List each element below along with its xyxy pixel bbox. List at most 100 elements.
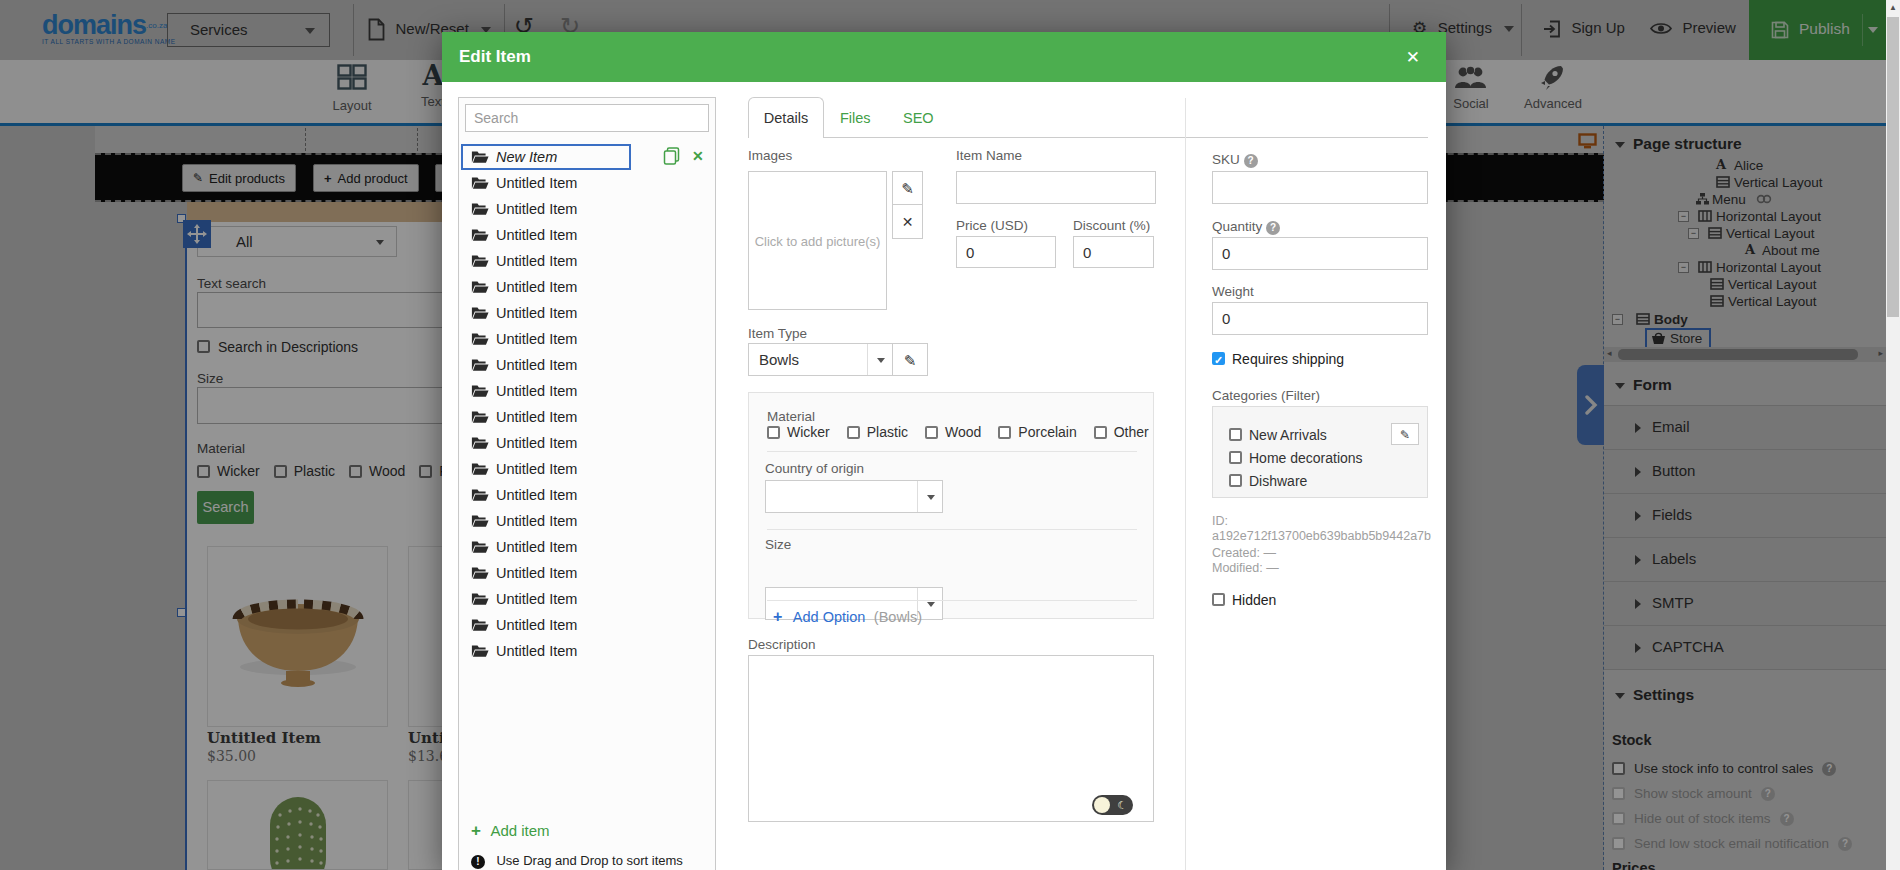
item-list-panel: New Item ✕ Untitled Item ✕ — [458, 97, 716, 870]
folder-icon — [471, 332, 489, 346]
options-group: Material WickerPlasticWoodPorcelainOther… — [748, 392, 1154, 619]
material-options: Wicker Plastic Wood Porcelain Other — [767, 424, 1149, 440]
material-option[interactable]: Porcelain — [998, 424, 1076, 440]
item-row[interactable]: Untitled Item ✕ — [459, 196, 715, 222]
chevron-down-icon — [877, 358, 885, 363]
item-row[interactable]: Untitled Item ✕ — [459, 352, 715, 378]
item-row[interactable]: Untitled Item ✕ — [459, 508, 715, 534]
folder-icon — [471, 150, 489, 164]
browser-scrollbar-thumb[interactable] — [1887, 17, 1899, 317]
tab-border — [748, 137, 1428, 138]
description-label: Description — [748, 637, 816, 652]
category-option[interactable]: New Arrivals — [1229, 423, 1363, 446]
category-options: New ArrivalsHome decorationsDishware — [1229, 423, 1363, 492]
material-option[interactable]: Plastic — [847, 424, 908, 440]
item-row[interactable]: Untitled Item ✕ — [459, 404, 715, 430]
weight-input[interactable] — [1212, 302, 1428, 335]
item-row[interactable]: Untitled Item ✕ — [459, 482, 715, 508]
item-name-label: Item Name — [956, 148, 1022, 163]
edit-item-type-button[interactable]: ✎ — [892, 343, 928, 376]
help-icon: ? — [1244, 154, 1258, 168]
item-row[interactable]: Untitled Item ✕ — [459, 300, 715, 326]
folder-icon — [471, 410, 489, 424]
item-row[interactable]: Untitled Item ✕ — [459, 170, 715, 196]
chevron-down-icon — [927, 495, 935, 500]
item-row[interactable]: Untitled Item ✕ — [459, 560, 715, 586]
item-row[interactable]: New Item ✕ — [459, 144, 715, 170]
checkbox — [1229, 451, 1242, 464]
folder-icon — [471, 384, 489, 398]
requires-shipping-checkbox[interactable]: ✓ — [1212, 352, 1225, 365]
hidden-checkbox[interactable] — [1212, 593, 1225, 606]
item-row[interactable]: Untitled Item ✕ — [459, 378, 715, 404]
divider — [917, 481, 918, 512]
item-row[interactable]: Untitled Item ✕ — [459, 534, 715, 560]
category-option[interactable]: Dishware — [1229, 469, 1363, 492]
dark-mode-toggle[interactable]: ☾ — [1092, 795, 1133, 815]
material-option[interactable]: Other — [1094, 424, 1149, 440]
item-row[interactable]: Untitled Item ✕ — [459, 274, 715, 300]
item-type-label: Item Type — [748, 326, 807, 341]
item-name-input[interactable] — [956, 171, 1156, 204]
divider — [767, 600, 1137, 601]
edit-images-button[interactable]: ✎ — [892, 171, 923, 205]
quantity-input[interactable] — [1212, 237, 1428, 270]
edit-categories-button[interactable]: ✎ — [1391, 423, 1419, 445]
weight-label: Weight — [1212, 284, 1254, 299]
item-type-select[interactable]: Bowls — [748, 343, 893, 376]
folder-icon — [471, 436, 489, 450]
item-row[interactable]: Untitled Item ✕ — [459, 586, 715, 612]
checkbox — [1094, 426, 1107, 439]
item-actions: ✕ — [663, 147, 704, 165]
country-select[interactable] — [765, 480, 943, 513]
material-option[interactable]: Wicker — [767, 424, 830, 440]
discount-input[interactable] — [1073, 236, 1154, 268]
checkbox — [767, 426, 780, 439]
tab-details[interactable]: Details — [748, 97, 824, 138]
item-row[interactable]: Untitled Item ✕ — [459, 248, 715, 274]
folder-icon — [471, 462, 489, 476]
price-input[interactable] — [956, 236, 1056, 268]
tab-seo[interactable]: SEO — [903, 110, 934, 126]
item-row[interactable]: Untitled Item ✕ — [459, 222, 715, 248]
image-upload-box[interactable]: Click to add picture(s) — [748, 171, 887, 310]
checkbox — [847, 426, 860, 439]
hidden-label: Hidden — [1232, 592, 1276, 608]
item-list: New Item ✕ Untitled Item ✕ — [459, 144, 715, 664]
dialog-title: Edit Item — [459, 47, 531, 67]
item-row[interactable]: Untitled Item ✕ — [459, 456, 715, 482]
images-label: Images — [748, 148, 792, 163]
item-search-input[interactable] — [465, 104, 709, 132]
sku-label: SKU ? — [1212, 152, 1258, 168]
categories-box: New ArrivalsHome decorationsDishware ✎ — [1212, 406, 1428, 498]
clear-images-button[interactable]: ✕ — [892, 204, 923, 239]
material-option[interactable]: Wood — [925, 424, 981, 440]
item-row[interactable]: Untitled Item ✕ — [459, 612, 715, 638]
sku-input[interactable] — [1212, 171, 1428, 204]
folder-icon — [471, 358, 489, 372]
pencil-icon: ✎ — [1400, 428, 1410, 442]
folder-icon — [471, 592, 489, 606]
item-row[interactable]: Untitled Item ✕ — [459, 326, 715, 352]
close-icon[interactable]: ✕ — [1406, 47, 1420, 68]
folder-icon — [471, 306, 489, 320]
size-label: Size — [765, 537, 791, 552]
divider — [867, 344, 868, 375]
checkbox — [1229, 474, 1242, 487]
folder-icon — [471, 228, 489, 242]
duplicate-icon[interactable] — [663, 147, 680, 165]
pencil-icon: ✎ — [904, 352, 917, 369]
item-row[interactable]: Untitled Item ✕ — [459, 638, 715, 664]
tab-files[interactable]: Files — [840, 110, 871, 126]
checkbox — [925, 426, 938, 439]
folder-icon — [471, 514, 489, 528]
description-textarea[interactable] — [748, 655, 1154, 822]
item-row[interactable]: Untitled Item ✕ — [459, 430, 715, 456]
add-item-button[interactable]: + Add item — [471, 821, 550, 841]
divider — [767, 529, 1137, 530]
delete-item-icon[interactable]: ✕ — [692, 148, 704, 164]
add-option-button[interactable]: + Add Option (Bowls) — [773, 608, 922, 626]
category-option[interactable]: Home decorations — [1229, 446, 1363, 469]
scroll-up-icon[interactable]: ▲ — [1889, 3, 1897, 12]
country-label: Country of origin — [765, 461, 864, 476]
